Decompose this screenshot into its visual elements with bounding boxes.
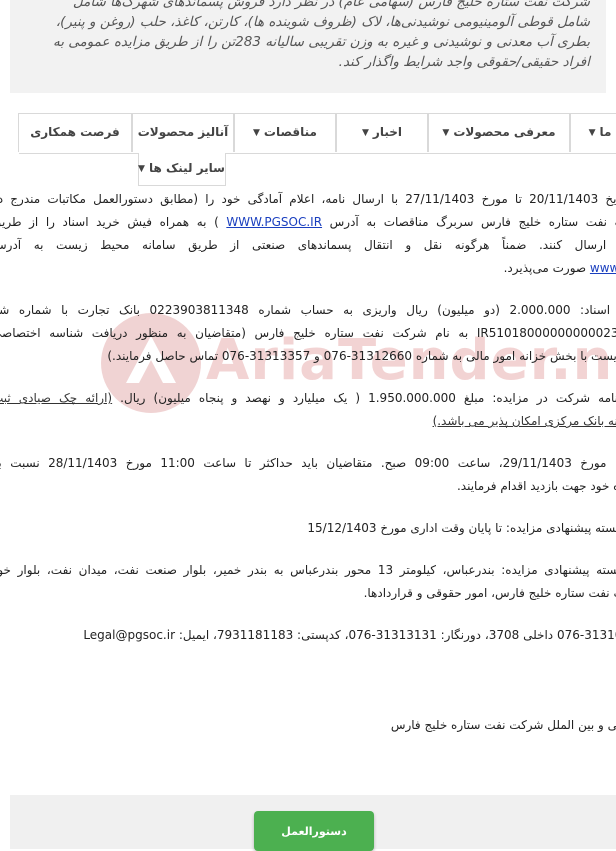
text-line: گاه شرکت نفت ستاره خلیج فارس سربرگ مناقص… bbox=[0, 215, 616, 229]
text-line: ایده از تاریخ 20/11/1403 تا مورخ 27/11/1… bbox=[0, 192, 616, 206]
env-system-link[interactable]: www.iranemp bbox=[590, 261, 616, 275]
text-line: ده در سامانه بانک مرکزی امکان پذیر می با… bbox=[432, 414, 616, 428]
nav-item-products[interactable]: معرفی محصولات▼ bbox=[428, 113, 570, 152]
text-line: www.iranemp صورت می‌پذیرد. bbox=[0, 257, 616, 279]
text-line: ریخ بازدید: مورخ 29/11/1403، ساعت 09:00 … bbox=[0, 456, 616, 470]
intro-box: شرکت نفت ستاره خلیج فارس (سهامی عام) در … bbox=[10, 0, 606, 93]
nav-row: ما▼ معرفی محصولات▼ اخبار▼ مناقصات▼ آنالی… bbox=[18, 113, 616, 154]
footer-bar: دستورالعمل bbox=[10, 795, 616, 851]
tender-details: ایده از تاریخ 20/11/1403 تا مورخ 27/11/1… bbox=[0, 186, 616, 786]
text-line: لفن: 31310000-076 داخلی 3708، دورنگار: 3… bbox=[83, 628, 616, 642]
intro-line: افراد حقیقی/حقوقی واجد شرایط واگذار کند. bbox=[338, 54, 590, 70]
instructions-button[interactable]: دستورالعمل bbox=[254, 811, 374, 851]
text-line: رایط عمومی و بین الملل شرکت نفت ستاره خل… bbox=[390, 718, 616, 732]
main-nav: ما▼ معرفی محصولات▼ اخبار▼ مناقصات▼ آنالی… bbox=[18, 113, 616, 186]
nav-item-about[interactable]: ما▼ bbox=[570, 113, 616, 152]
text-line: ابی، شرکت نفت ستاره خلیج فارس، امور حقوق… bbox=[363, 586, 616, 600]
text-line: داخت می‌بایست با بخش خزانه امور مالی به … bbox=[107, 349, 616, 363]
caret-down-icon: ▼ bbox=[442, 127, 450, 138]
nav-item-news[interactable]: اخبار▼ bbox=[336, 113, 428, 152]
intro-line: شرکت نفت ستاره خلیج فارس (سهامی عام) در … bbox=[72, 0, 590, 10]
text-line: IR510180000000000239038113 به نام شرکت ن… bbox=[0, 326, 616, 340]
nav-item-more-links[interactable]: سایر لینک ها▼ bbox=[138, 153, 226, 186]
intro-line: شامل قوطی آلومینیومی نوشیدنی‌ها، لاک (ظر… bbox=[55, 14, 590, 30]
nav-item-jobs[interactable]: فرصت همکاری bbox=[18, 113, 132, 152]
nav-item-tenders[interactable]: مناقصات▼ bbox=[234, 113, 336, 152]
text-line: زینه خرید اسناد: 2.000.000 (دو میلیون) ر… bbox=[0, 303, 616, 317]
intro-text: شرکت نفت ستاره خلیج فارس (سهامی عام) در … bbox=[20, 0, 590, 72]
caret-down-icon: ▼ bbox=[138, 163, 145, 174]
tender-site-link[interactable]: WWW.PGSOC.IR bbox=[226, 215, 322, 229]
text-line: ل تحویل بسته پیشنهادی مزایده: بندرعباس، … bbox=[0, 563, 616, 577]
nav-item-analysis[interactable]: آنالیز محصولات bbox=[132, 113, 234, 152]
caret-down-icon: ▼ bbox=[252, 127, 260, 138]
text-line: زان ضمانتنامه شرکت در مزایده: مبلغ 1.950… bbox=[0, 391, 616, 405]
text-line: لت تحویل بسته پیشنهادی مزایده: تا پایان … bbox=[307, 521, 616, 535]
caret-down-icon: ▼ bbox=[362, 127, 369, 138]
caret-down-icon: ▼ bbox=[588, 127, 596, 138]
intro-line: بطری آب معدنی و نوشیدنی و غیره به وزن تق… bbox=[52, 34, 590, 50]
text-line: رفی نماینده خود جهت بازدید اقدام فرمایند… bbox=[456, 479, 616, 493]
text-line: الکترونیکی ارسال کنند. ضمناً هرگونه نقل … bbox=[0, 238, 616, 252]
